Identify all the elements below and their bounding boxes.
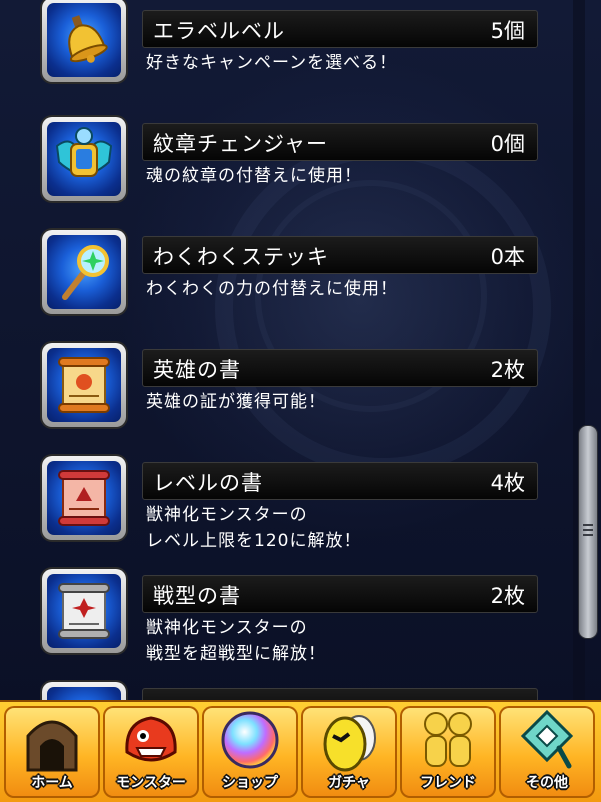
list-item[interactable]: 戦型の書 2枚 獣神化モンスターの 戦型を超戦型に解放！ [0, 565, 560, 678]
item-count: 0個 [490, 132, 525, 156]
crest-changer-icon [55, 127, 113, 177]
item-name: 英雄の書 [153, 358, 241, 382]
monster-icon [125, 716, 177, 762]
item-count: 2枚 [490, 584, 525, 608]
other-icon [520, 709, 574, 769]
list-item[interactable]: わくわくステッキ 0本 わくわくの力の付替えに使用！ [0, 226, 560, 339]
item-count: 2枚 [490, 358, 525, 382]
scrollbar-thumb[interactable] [578, 425, 598, 639]
scroll-level-icon [58, 470, 110, 526]
item-description: わくわくの力の付替えに使用！ [146, 279, 398, 299]
scroll-battletype-icon [58, 583, 110, 639]
item-icon-frame[interactable] [42, 0, 126, 82]
item-icon-frame[interactable] [42, 682, 126, 700]
item-count: 4枚 [490, 471, 525, 495]
wand-icon [62, 245, 109, 300]
item-description: 獣神化モンスターの 戦型を超戦型に解放！ [146, 618, 326, 664]
item-name-bar [142, 688, 538, 700]
tab-friend[interactable]: フレンド [400, 706, 496, 798]
tab-label: フレンド [420, 775, 476, 791]
orb-icon [221, 711, 279, 769]
item-description: 英雄の証が獲得可能！ [146, 392, 326, 412]
item-name-bar: わくわくステッキ 0本 [142, 236, 538, 274]
bottom-tab-bar: ホーム モンスター ショップ ガチャ フレンド その他 [0, 700, 601, 802]
tab-other[interactable]: その他 [499, 706, 595, 798]
item-description: 獣神化モンスターの レベル上限を120に解放！ [146, 505, 362, 551]
tab-label: その他 [526, 775, 568, 791]
item-name: わくわくステッキ [153, 245, 329, 269]
tab-shop[interactable]: ショップ [202, 706, 298, 798]
item-name-bar: レベルの書 4枚 [142, 462, 538, 500]
item-name: 戦型の書 [153, 584, 241, 608]
item-name-bar: エラベルベル 5個 [142, 10, 538, 48]
scroll-hero-icon [58, 357, 110, 413]
item-name: レベルの書 [153, 471, 263, 495]
tab-label: ガチャ [328, 775, 370, 791]
tab-home[interactable]: ホーム [4, 706, 100, 798]
tab-monster[interactable]: モンスター [103, 706, 199, 798]
item-description: 好きなキャンペーンを選べる！ [146, 53, 398, 73]
list-item[interactable]: 紋章チェンジャー 0個 魂の紋章の付替えに使用！ [0, 113, 560, 226]
grip-line [583, 534, 593, 536]
item-count: 0本 [490, 245, 525, 269]
item-description: 魂の紋章の付替えに使用！ [146, 166, 362, 186]
item-icon-frame[interactable] [42, 343, 126, 427]
bell-icon [68, 15, 108, 63]
list-item[interactable]: 英雄の書 2枚 英雄の証が獲得可能！ [0, 339, 560, 452]
grip-line [583, 524, 593, 526]
item-icon-frame[interactable] [42, 456, 126, 540]
tab-label: ホーム [31, 775, 73, 791]
list-item[interactable]: レベルの書 4枚 獣神化モンスターの レベル上限を120に解放！ [0, 452, 560, 565]
item-icon-frame[interactable] [42, 569, 126, 653]
tab-gacha[interactable]: ガチャ [301, 706, 397, 798]
item-name-bar: 英雄の書 2枚 [142, 349, 538, 387]
item-icon-frame[interactable] [42, 230, 126, 314]
list-item[interactable]: エラベルベル 5個 好きなキャンペーンを選べる！ [0, 0, 560, 113]
item-name-bar: 紋章チェンジャー 0個 [142, 123, 538, 161]
egg-icon [323, 715, 376, 772]
item-name: エラベルベル [153, 19, 285, 43]
tab-label: ショップ [222, 775, 278, 791]
grip-line [583, 529, 593, 531]
home-gate-icon [26, 720, 78, 772]
item-icon-frame[interactable] [42, 117, 126, 201]
item-name: 紋章チェンジャー [153, 132, 328, 156]
item-list: エラベルベル 5個 好きなキャンペーンを選べる！ 紋章チェンジャー 0個 魂の紋… [0, 0, 560, 700]
friends-icon [424, 712, 472, 767]
item-count: 5個 [490, 19, 525, 43]
list-item-partial[interactable] [0, 678, 560, 700]
tab-label: モンスター [116, 775, 186, 791]
item-name-bar: 戦型の書 2枚 [142, 575, 538, 613]
